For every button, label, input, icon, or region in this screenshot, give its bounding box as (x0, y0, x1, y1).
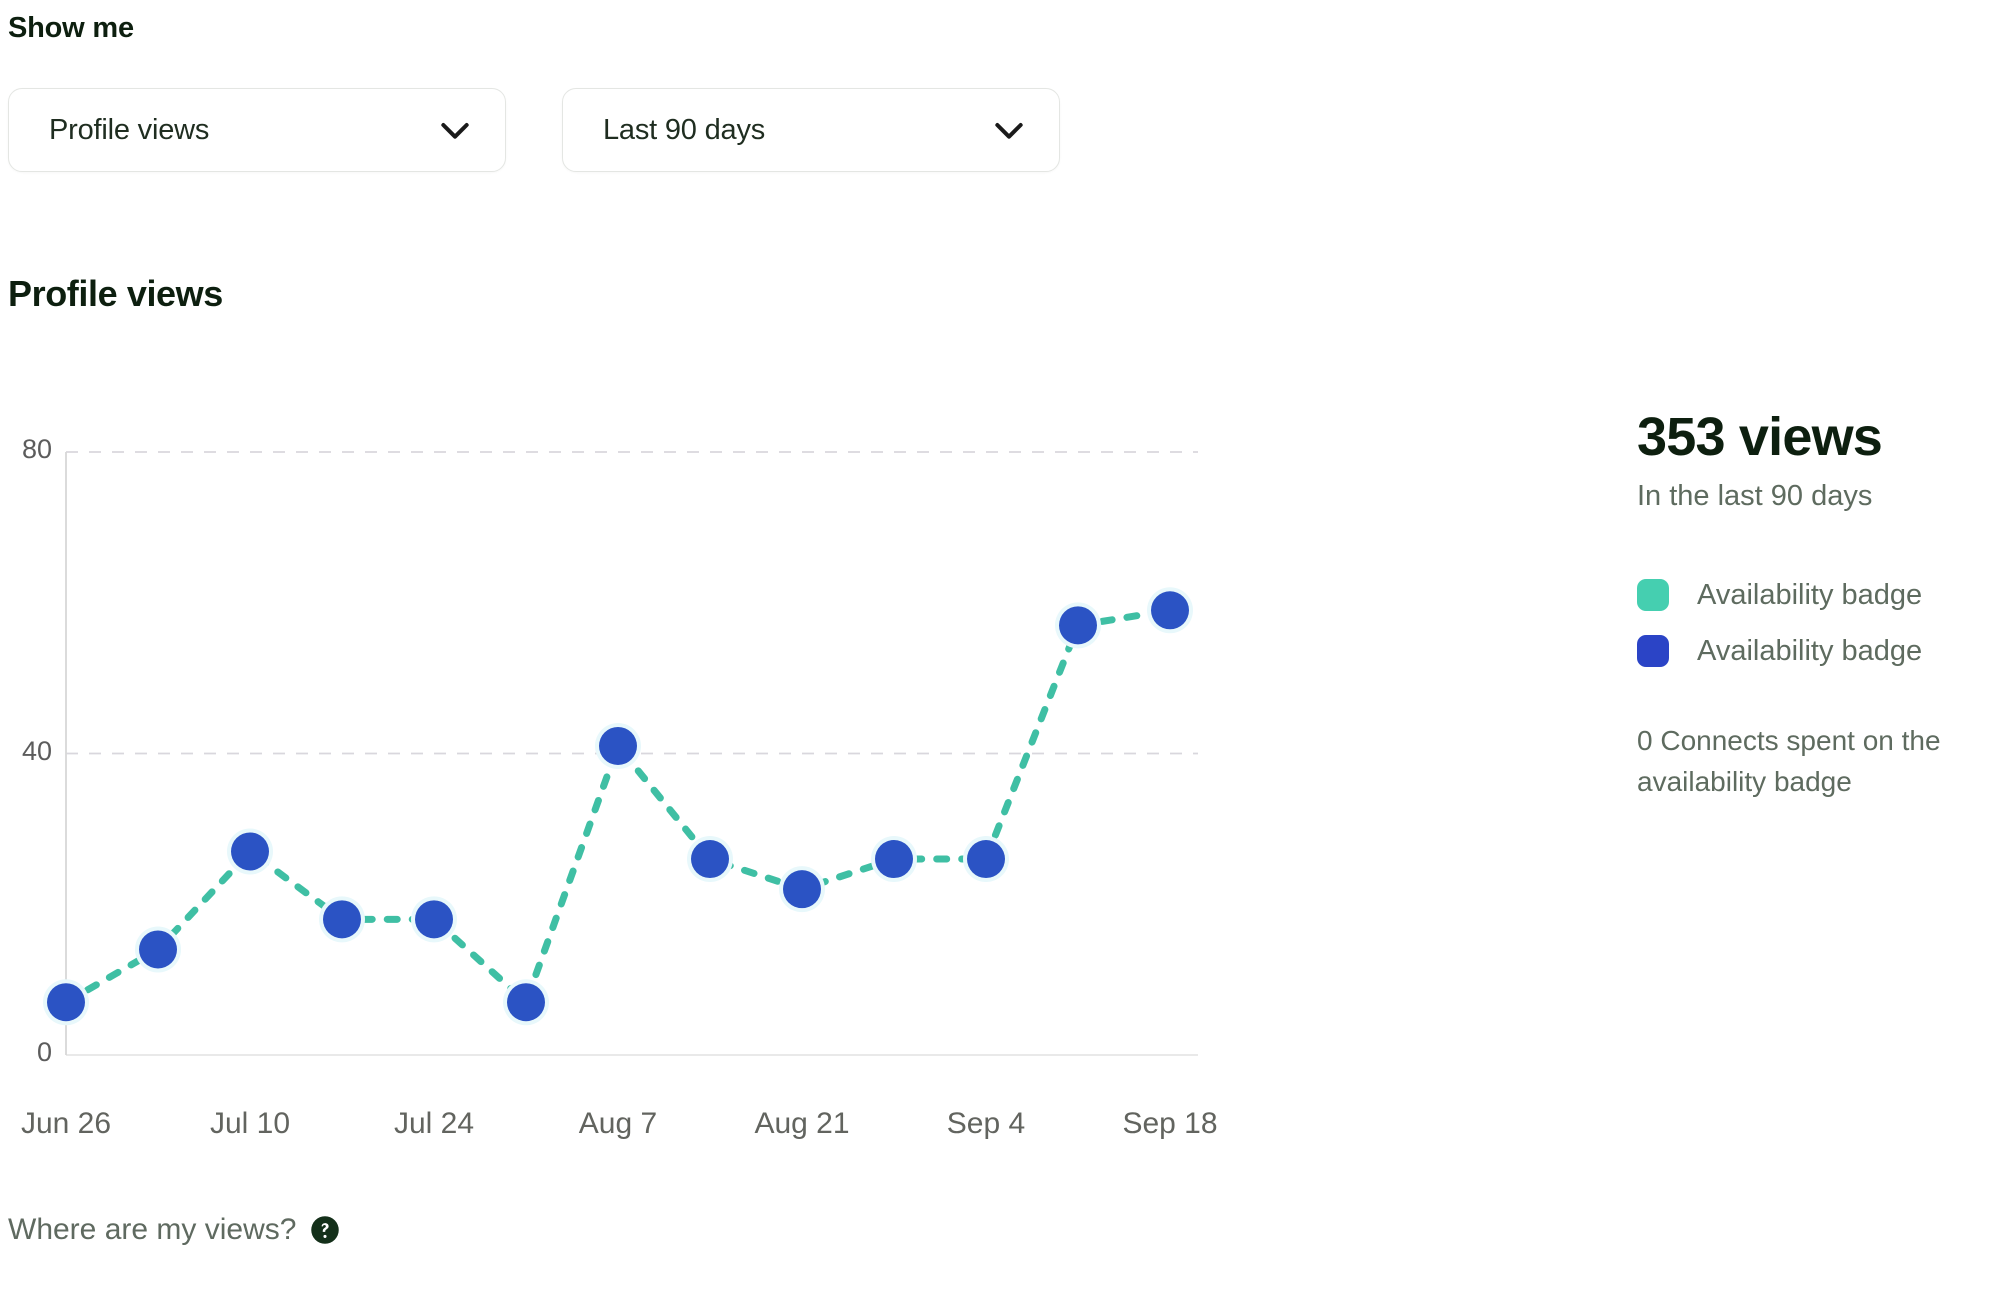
chart-data-point[interactable] (599, 726, 637, 765)
legend-item: Availability badge (1637, 567, 2000, 623)
chart-data-point[interactable] (139, 930, 177, 969)
chart-plot (43, 451, 1198, 1056)
chart-legend: Availability badge Availability badge (1637, 567, 2000, 679)
chart-x-tick-label: Sep 4 (946, 1107, 1026, 1140)
chart-data-point[interactable] (875, 840, 913, 879)
legend-label: Availability badge (1697, 634, 1923, 667)
chart-x-tick-label: Jul 24 (393, 1107, 475, 1140)
views-period: In the last 90 days (1637, 480, 1873, 513)
chart-x-tick-label: Jun 26 (20, 1107, 112, 1140)
date-range-select[interactable]: Last 90 days (562, 88, 1060, 172)
chart-data-point[interactable] (691, 840, 729, 879)
stats-panel: 353 views In the last 90 days Availabili… (1637, 408, 2000, 803)
chart-x-tick-label: Aug 21 (754, 1107, 850, 1140)
chart-series-line (62, 606, 1174, 1009)
legend-label: Availability badge (1697, 578, 1923, 611)
chart-data-point[interactable] (231, 832, 269, 871)
legend-swatch-teal (1637, 579, 1669, 612)
where-are-my-views-label: Where are my views? (8, 1213, 297, 1246)
profile-views-analytics-panel: Show me Profile views Last 90 days Profi… (0, 0, 2000, 1295)
chart-data-point[interactable] (967, 840, 1005, 879)
chart-data-point[interactable] (1059, 606, 1097, 645)
chart-y-tick-label: 80 (21, 434, 52, 464)
chart-y-tick-label: 0 (36, 1037, 52, 1067)
chart-data-points (43, 587, 1193, 1026)
legend-swatch-blue (1637, 635, 1669, 668)
profile-views-chart: 0 40 80 Jun 26 Jul 10 Jul 24 Aug 7 Aug 21 Sep 4… (0, 400, 1260, 1140)
show-me-label: Show me (8, 12, 134, 44)
page-title: Profile views (8, 273, 223, 314)
chart-data-point[interactable] (507, 983, 545, 1022)
connects-spent-note: 0 Connects spent on the availability bad… (1637, 725, 1941, 798)
chart-data-point[interactable] (1151, 591, 1189, 630)
chart-data-point[interactable] (415, 900, 453, 939)
chart-data-point[interactable] (783, 870, 821, 909)
chart-data-point[interactable] (47, 983, 85, 1022)
where-are-my-views-link[interactable]: Where are my views? (8, 1213, 340, 1247)
chart-x-tick-label: Jul 10 (209, 1107, 291, 1140)
chevron-down-icon (441, 123, 469, 139)
question-mark-circle-icon[interactable] (310, 1215, 340, 1245)
date-range-select-value: Last 90 days (603, 113, 766, 146)
chart-data-point[interactable] (323, 900, 361, 939)
chevron-down-icon (995, 123, 1023, 139)
filters-row: Profile views Last 90 days (8, 88, 1060, 172)
metric-select[interactable]: Profile views (8, 88, 506, 172)
legend-item: Availability badge (1637, 623, 2000, 679)
chart-x-tick-label: Aug 7 (578, 1107, 658, 1140)
chart-x-tick-label: Sep 18 (1122, 1107, 1218, 1140)
metric-select-value: Profile views (49, 113, 210, 146)
chart-y-tick-label: 40 (21, 735, 52, 766)
views-total: 353 views (1637, 407, 1883, 467)
